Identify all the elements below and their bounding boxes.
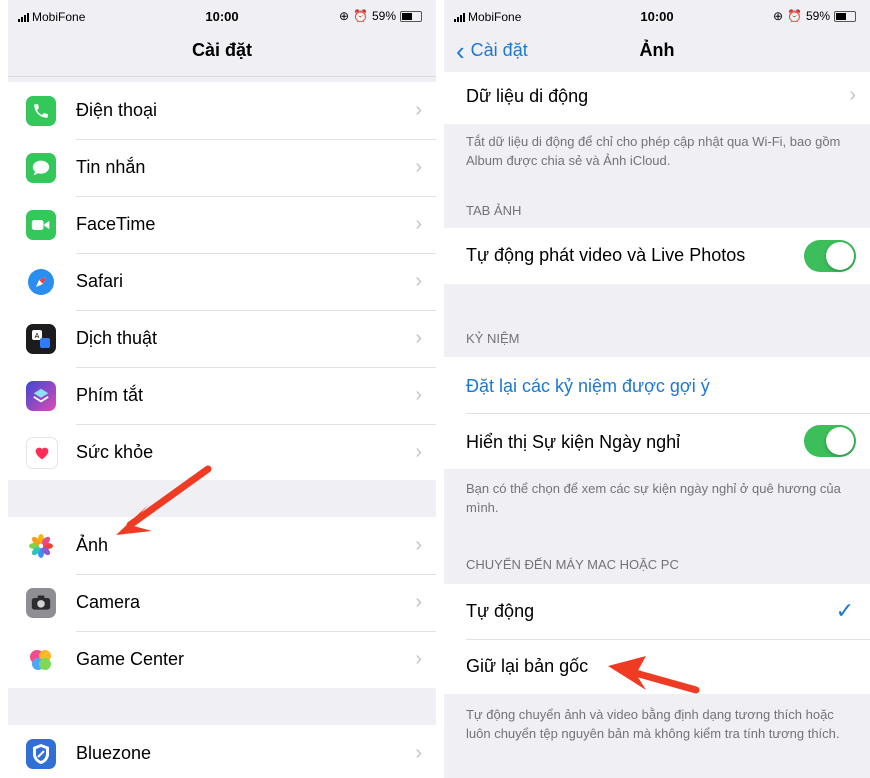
chevron-right-icon: › xyxy=(415,534,422,556)
chevron-right-icon: › xyxy=(415,648,422,670)
chevron-right-icon: › xyxy=(415,441,422,463)
chevron-right-icon: › xyxy=(415,99,422,121)
settings-row-facetime[interactable]: FaceTime › xyxy=(8,196,436,253)
page-title: Cài đặt xyxy=(191,40,252,60)
bluezone-icon xyxy=(26,738,56,769)
shortcuts-icon xyxy=(26,380,56,411)
row-label: Camera xyxy=(76,592,141,612)
row-label: Sức khỏe xyxy=(76,442,154,462)
health-icon xyxy=(26,436,58,469)
transfer-automatic-option[interactable]: Tự động xyxy=(466,601,534,622)
divider xyxy=(466,413,870,414)
section-header-memories: KỶ NIỆM xyxy=(466,331,520,346)
row-label: FaceTime xyxy=(76,214,156,234)
settings-row-bluezone[interactable]: Bluezone › xyxy=(8,725,436,778)
divider xyxy=(466,639,870,640)
annotation-arrow xyxy=(116,465,212,535)
row-label: Phím tắt xyxy=(76,385,144,405)
status-right: ⊕ ⏰ 59% xyxy=(339,9,422,23)
chevron-right-icon: › xyxy=(415,591,422,613)
row-label: Tin nhắn xyxy=(76,157,146,177)
lock-rotation-icon: ⊕ xyxy=(772,9,784,23)
battery-icon xyxy=(834,10,856,22)
settings-group-media: Ảnh › Camera › Game Center › xyxy=(8,517,436,688)
game-center-icon xyxy=(26,644,56,675)
nav-divider xyxy=(8,76,436,77)
mobile-data-caption: Tắt dữ liệu di động để chỉ cho phép cập … xyxy=(466,134,841,168)
row-label: Safari xyxy=(76,271,124,291)
status-bar: MobiFone 10:00 ⊕ ⏰ 59% xyxy=(444,0,870,30)
reset-memories-link[interactable]: Đặt lại các kỷ niệm được gợi ý xyxy=(466,376,710,397)
section-header-tab: TAB ẢNH xyxy=(466,203,522,218)
memories-group: Đặt lại các kỷ niệm được gợi ý Hiển thị … xyxy=(444,357,870,469)
show-holiday-label: Hiển thị Sự kiện Ngày nghỉ xyxy=(466,432,681,452)
mobile-data-row[interactable]: Dữ liệu di động xyxy=(466,86,588,107)
transfer-caption: Tự động chuyển ảnh và video bằng định dạ… xyxy=(466,707,840,741)
chevron-right-icon: › xyxy=(849,84,856,106)
mobile-data-group: Dữ liệu di động › xyxy=(444,72,870,124)
transfer-keep-originals-option[interactable]: Giữ lại bản gốc xyxy=(466,656,588,677)
photos-settings-screen: MobiFone 10:00 ⊕ ⏰ 59% ‹ Cài đặt Ảnh Dữ … xyxy=(444,0,870,778)
camera-icon xyxy=(26,587,56,618)
checkmark-icon: ✓ xyxy=(835,598,854,623)
annotation-arrow xyxy=(608,656,700,694)
show-holiday-toggle[interactable] xyxy=(804,425,856,457)
settings-row-translate[interactable]: A Dịch thuật › xyxy=(8,310,436,367)
status-right: ⊕ ⏰ 59% xyxy=(773,9,856,23)
section-header-transfer: CHUYỂN ĐẾN MÁY MAC HOẶC PC xyxy=(466,557,679,572)
settings-row-messages[interactable]: Tin nhắn › xyxy=(8,139,436,196)
chevron-right-icon: › xyxy=(415,270,422,292)
status-bar: MobiFone 10:00 ⊕ ⏰ 59% xyxy=(8,0,436,30)
battery-percent: 59% xyxy=(805,9,830,23)
autoplay-toggle[interactable] xyxy=(804,240,856,272)
settings-screen: MobiFone 10:00 ⊕ ⏰ 59% Cài đặt Điện thoạ… xyxy=(8,0,436,778)
settings-row-phone[interactable]: Điện thoại › xyxy=(8,82,436,139)
facetime-icon xyxy=(26,209,56,240)
settings-group-third-party: Bluezone › xyxy=(8,725,436,778)
chevron-right-icon: › xyxy=(415,327,422,349)
settings-row-camera[interactable]: Camera › xyxy=(8,574,436,631)
chevron-right-icon: › xyxy=(415,742,422,764)
battery-percent: 59% xyxy=(371,9,396,23)
chevron-right-icon: › xyxy=(415,156,422,178)
page-title: Ảnh xyxy=(639,40,675,60)
phone-icon xyxy=(26,95,56,126)
holiday-caption: Bạn có thể chọn để xem các sự kiện ngày … xyxy=(466,481,841,515)
translate-icon: A xyxy=(26,323,56,354)
alarm-icon: ⏰ xyxy=(353,9,368,23)
safari-icon xyxy=(26,266,56,297)
svg-text:A: A xyxy=(35,333,40,340)
settings-row-game-center[interactable]: Game Center › xyxy=(8,631,436,688)
row-label: Game Center xyxy=(76,649,185,669)
alarm-icon: ⏰ xyxy=(787,9,802,23)
tab-group: Tự động phát video và Live Photos xyxy=(444,228,870,284)
chevron-right-icon: › xyxy=(415,213,422,235)
battery-icon xyxy=(400,10,422,22)
settings-row-shortcuts[interactable]: Phím tắt › xyxy=(8,367,436,424)
settings-row-health[interactable]: Sức khỏe › xyxy=(8,424,436,481)
message-icon xyxy=(26,152,56,183)
settings-row-photos[interactable]: Ảnh › xyxy=(8,517,436,574)
row-label: Điện thoại xyxy=(76,100,158,120)
autoplay-label: Tự động phát video và Live Photos xyxy=(466,245,746,265)
row-label: Dịch thuật xyxy=(76,328,158,348)
settings-row-safari[interactable]: Safari › xyxy=(8,253,436,310)
chevron-right-icon: › xyxy=(415,384,422,406)
lock-rotation-icon: ⊕ xyxy=(338,9,350,23)
row-label: Ảnh xyxy=(76,535,109,555)
settings-group-apps: Điện thoại › Tin nhắn › FaceTime › Safar… xyxy=(8,82,436,480)
row-label: Bluezone xyxy=(76,743,152,763)
photos-icon xyxy=(26,530,56,561)
